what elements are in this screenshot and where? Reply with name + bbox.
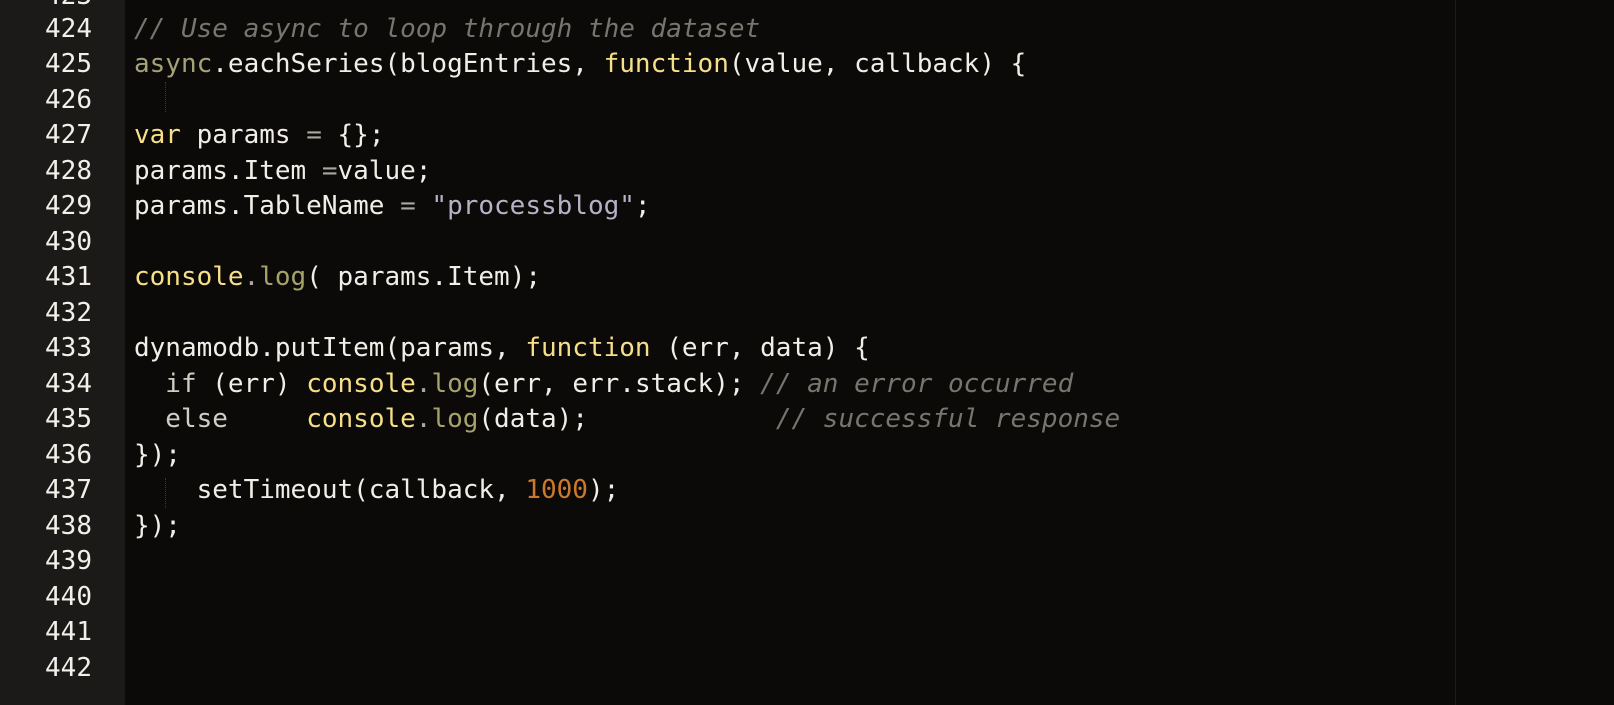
line-number: 427 [45, 120, 92, 150]
code-line-437: setTimeout(callback, 1000); [134, 472, 620, 508]
code-token: dynamodb.putItem(params, [134, 333, 526, 363]
code-token: ( params.Item); [306, 262, 542, 292]
line-number: 426 [45, 85, 92, 115]
code-token: params.Item [134, 156, 322, 186]
line-number: 435 [45, 404, 92, 434]
line-number-gutter: 423 424 425 426 427 428 429 430 431 432 … [0, 0, 125, 705]
line-number: 425 [45, 49, 92, 79]
code-text-area[interactable]: // Use async to loop through the dataset… [125, 0, 1455, 705]
code-line-433: dynamodb.putItem(params, function (err, … [134, 330, 870, 366]
line-number: 430 [45, 227, 92, 257]
operator-token: = [321, 156, 338, 186]
identifier-token: async [134, 49, 213, 79]
code-token: (err, err.stack); [478, 369, 761, 399]
comment-token: // an error occurred [760, 369, 1074, 399]
line-number: 438 [45, 511, 92, 541]
line-number: 432 [45, 298, 92, 328]
operator-token: . [243, 262, 260, 292]
line-number: 424 [45, 14, 92, 44]
code-line-427: var params = {}; [134, 117, 384, 153]
code-token: setTimeout(callback, [134, 475, 526, 505]
code-line-436: }); [134, 437, 181, 473]
code-line-431: console.log( params.Item); [134, 259, 541, 295]
keyword-token: var [134, 120, 181, 150]
number-token: 1000 [525, 475, 588, 505]
line-number: 439 [45, 546, 92, 576]
line-number: 434 [45, 369, 92, 399]
line-number: 437 [45, 475, 92, 505]
line-number: 441 [45, 617, 92, 647]
code-line-425: async.eachSeries(blogEntries, function(v… [134, 46, 1026, 82]
comment-token: // Use async to loop through the dataset [134, 14, 761, 44]
method-token: log [431, 369, 479, 399]
method-token: log [431, 404, 479, 434]
code-token: params [180, 120, 307, 150]
line-number: 431 [45, 262, 92, 292]
line-number: 429 [45, 191, 92, 221]
operator-token: . [415, 369, 432, 399]
code-line-434: if (err) console.log(err, err.stack); //… [134, 366, 1073, 402]
code-token: (err) [196, 369, 307, 399]
operator-token: = [400, 191, 416, 221]
keyword-token: if [134, 369, 197, 399]
indent-guide [165, 82, 166, 112]
code-line-429: params.TableName = "processblog"; [134, 188, 651, 224]
line-number: 436 [45, 440, 92, 470]
operator-token: = [306, 120, 322, 150]
code-line-424: // Use async to loop through the dataset [134, 11, 760, 47]
code-token: (data); [478, 404, 776, 434]
code-token: value; [337, 156, 432, 186]
code-token: .eachSeries(blogEntries, [212, 49, 604, 79]
code-token: }); [134, 511, 181, 541]
line-number: 442 [45, 653, 92, 683]
code-line-428: params.Item =value; [134, 153, 431, 189]
code-token: ); [587, 475, 620, 505]
method-token: log [259, 262, 307, 292]
code-token: }); [134, 440, 181, 470]
code-token: {}; [321, 120, 385, 150]
code-token: ; [634, 191, 651, 221]
line-number: 433 [45, 333, 92, 363]
line-number: 440 [45, 582, 92, 612]
keyword-token: function [603, 49, 729, 79]
identifier-token: console [306, 369, 416, 399]
code-token: (err, data) { [650, 333, 870, 363]
identifier-token: console [306, 404, 416, 434]
keyword-token: function [525, 333, 651, 363]
keyword-token: else [134, 404, 228, 434]
string-token: "processblog" [415, 191, 635, 221]
minimap-panel[interactable] [1455, 0, 1614, 705]
operator-token: . [415, 404, 432, 434]
code-line-435: else console.log(data); // successful re… [134, 401, 1120, 437]
code-line-438: }); [134, 508, 181, 544]
code-token: params.TableName [134, 191, 401, 221]
code-token: (value, callback) { [728, 49, 1027, 79]
code-editor[interactable]: 423 424 425 426 427 428 429 430 431 432 … [0, 0, 1614, 705]
comment-token: // successful response [775, 404, 1121, 434]
line-number: 428 [45, 156, 92, 186]
identifier-token: console [134, 262, 244, 292]
